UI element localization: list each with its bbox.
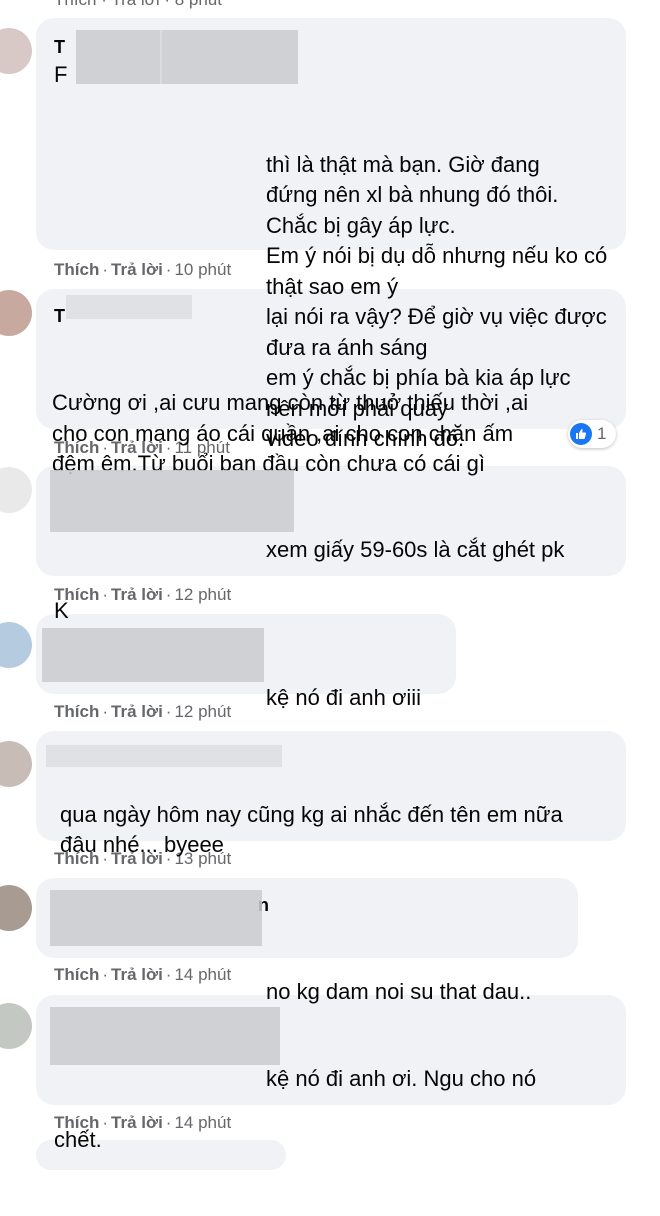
avatar[interactable]: [0, 622, 32, 668]
avatar[interactable]: [0, 1003, 32, 1049]
blurred-name: [50, 1007, 280, 1065]
avatar[interactable]: [0, 885, 32, 931]
blurred-name: [42, 628, 264, 682]
avatar[interactable]: [0, 467, 32, 513]
comment-bubble: xem giấy 59-60s là cắt ghét pk K: [36, 466, 626, 623]
comment-text: Cường ơi ,ai cưu mang còn từ thuở thiếu …: [52, 390, 529, 476]
comment-text: qua ngày hôm nay cũng kg ai nhắc đến tên…: [60, 801, 563, 858]
comment-text-fragment: F: [54, 62, 68, 87]
comment-meta-top: Thích · Trả lời · 8 phút: [54, 0, 222, 10]
commenter-name-fragment[interactable]: T: [54, 32, 65, 62]
blurred-name: [50, 890, 262, 946]
avatar[interactable]: [0, 28, 32, 74]
comment-bubble: kệ nó đi anh ơiii: [36, 614, 456, 710]
blurred-text: [160, 30, 162, 84]
comment-bubble: kệ nó đi anh ơi. Ngu cho nó chết.: [36, 995, 626, 1152]
comment-text: kệ nó đi anh ơiii: [266, 684, 422, 710]
avatar[interactable]: [0, 290, 32, 336]
comment-text: xem giấy 59-60s là cắt ghét pk: [266, 536, 565, 562]
blurred-name: [66, 295, 192, 319]
blurred-name: [50, 470, 294, 532]
avatar[interactable]: [0, 741, 32, 787]
blurred-name: [46, 745, 282, 767]
comment-text: kệ nó đi anh ơi. Ngu cho nó: [266, 1065, 537, 1091]
comment-text: no kg dam noi su that dau..: [266, 979, 532, 1004]
blurred-name: [76, 30, 298, 84]
comment-text-tail: K: [54, 597, 69, 623]
comment-text-tail: chết.: [54, 1126, 102, 1152]
comment-bubble: qua ngày hôm nay cũng kg ai nhắc đến tên…: [36, 731, 626, 857]
comment-bubble: T F thì là thật mà bạn. Giờ đang đứng nê…: [36, 18, 626, 451]
comment-bubble: n no kg dam noi su that dau..: [36, 878, 578, 1004]
